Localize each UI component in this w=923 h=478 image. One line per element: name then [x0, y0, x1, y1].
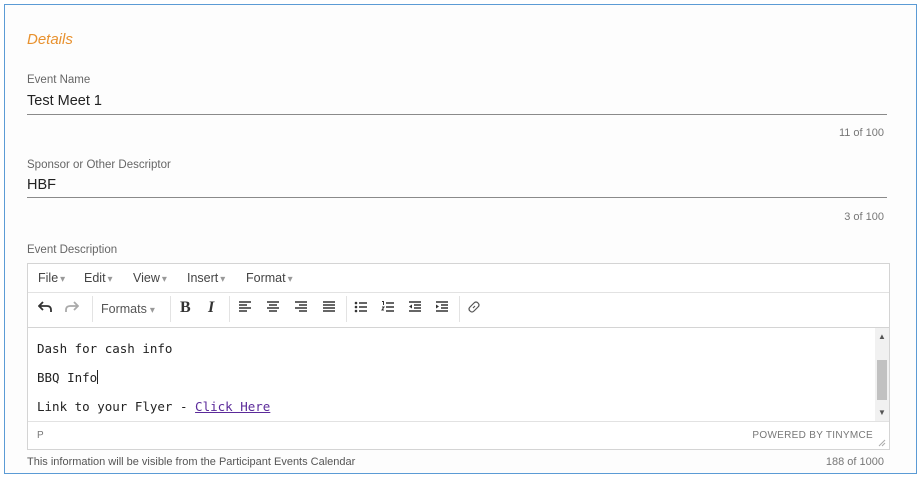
italic-icon[interactable]: I	[208, 299, 214, 317]
resize-handle-icon[interactable]	[878, 439, 886, 447]
sponsor-label: Sponsor or Other Descriptor	[27, 159, 171, 171]
editor-toolbar: Formats ▾ B I	[28, 292, 889, 328]
content-line: Dash for cash info	[37, 341, 173, 356]
section-title: Details	[27, 31, 73, 48]
link-icon[interactable]	[467, 300, 481, 318]
editor-scrollbar[interactable]: ▲ ▼	[875, 328, 889, 421]
toolbar-divider	[346, 296, 347, 322]
menu-insert[interactable]: Insert ▾	[187, 271, 225, 285]
bullet-list-icon[interactable]	[354, 300, 368, 318]
align-left-icon[interactable]	[238, 300, 252, 318]
content-line: Link to your Flyer - Click Here	[37, 399, 271, 414]
chevron-down-icon: ▾	[107, 274, 113, 285]
redo-icon[interactable]	[65, 300, 80, 318]
chevron-down-icon: ▾	[161, 274, 167, 285]
editor-content-area[interactable]: Dash for cash info BBQ Info Link to your…	[28, 328, 875, 421]
toolbar-divider	[229, 296, 230, 322]
align-center-icon[interactable]	[266, 300, 280, 318]
toolbar-divider	[170, 296, 171, 322]
details-panel: Details Event Name Test Meet 1 11 of 100…	[4, 4, 917, 474]
flyer-link[interactable]: Click Here	[195, 399, 270, 414]
sponsor-input[interactable]: HBF	[27, 177, 56, 193]
powered-by-link[interactable]: POWERED BY TINYMCE	[752, 430, 873, 441]
description-counter: 188 of 1000	[825, 456, 884, 468]
menu-format[interactable]: Format ▾	[246, 271, 293, 285]
scroll-down-icon[interactable]: ▼	[878, 408, 886, 417]
scroll-up-icon[interactable]: ▲	[878, 332, 886, 341]
indent-icon[interactable]	[435, 300, 449, 318]
event-name-input[interactable]: Test Meet 1	[27, 93, 102, 109]
align-justify-icon[interactable]	[322, 300, 336, 318]
sponsor-counter: 3 of 100	[844, 211, 884, 223]
element-path[interactable]: P	[37, 430, 44, 441]
rich-text-editor: File ▾ Edit ▾ View ▾ Insert ▾ Format ▾ Format…	[27, 263, 890, 450]
undo-icon[interactable]	[37, 300, 52, 318]
menu-view[interactable]: View ▾	[133, 271, 167, 285]
toolbar-divider	[459, 296, 460, 322]
menu-file[interactable]: File ▾	[38, 271, 65, 285]
content-line: BBQ Info	[37, 370, 99, 385]
formats-dropdown[interactable]: Formats ▾	[101, 302, 155, 316]
outdent-icon[interactable]	[408, 300, 422, 318]
editor-statusbar: P POWERED BY TINYMCE	[28, 421, 889, 450]
chevron-down-icon: ▾	[60, 274, 66, 285]
toolbar-divider	[92, 296, 93, 322]
chevron-down-icon: ▾	[149, 305, 155, 316]
event-name-counter: 11 of 100	[838, 127, 884, 139]
align-right-icon[interactable]	[294, 300, 308, 318]
bold-icon[interactable]: B	[180, 299, 191, 317]
sponsor-underline	[27, 197, 887, 198]
menu-edit[interactable]: Edit ▾	[84, 271, 113, 285]
event-name-underline	[27, 114, 887, 115]
description-helper-text: This information will be visible from th…	[27, 456, 356, 468]
editor-menubar: File ▾ Edit ▾ View ▾ Insert ▾ Format ▾	[28, 264, 889, 293]
scrollbar-thumb[interactable]	[877, 360, 887, 400]
chevron-down-icon: ▾	[220, 274, 226, 285]
event-name-label: Event Name	[27, 74, 91, 86]
numbered-list-icon[interactable]	[381, 300, 395, 318]
description-label: Event Description	[27, 244, 118, 256]
chevron-down-icon: ▾	[287, 274, 293, 285]
text-cursor	[97, 370, 99, 384]
